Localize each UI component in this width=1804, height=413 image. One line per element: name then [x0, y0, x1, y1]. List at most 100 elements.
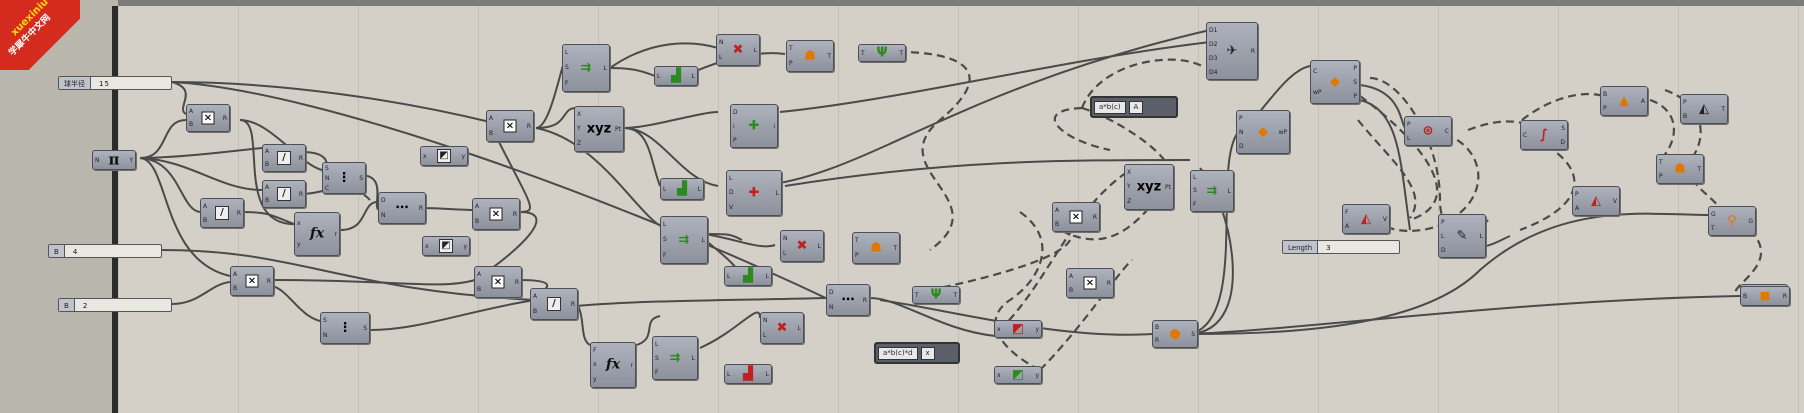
- output-port[interactable]: wP: [1278, 129, 1287, 136]
- output-ports[interactable]: S: [363, 313, 367, 343]
- input-port[interactable]: D: [829, 289, 834, 296]
- input-port[interactable]: F: [565, 80, 569, 87]
- input-ports[interactable]: TP: [1659, 155, 1663, 183]
- input-ports[interactable]: PA: [1575, 187, 1579, 215]
- input-port[interactable]: L: [1193, 174, 1197, 181]
- input-ports[interactable]: BP: [1603, 87, 1607, 115]
- input-port[interactable]: T: [1659, 159, 1663, 166]
- input-port[interactable]: A: [203, 203, 207, 210]
- input-port[interactable]: D: [729, 189, 734, 196]
- output-ports[interactable]: T: [1721, 95, 1725, 123]
- input-port[interactable]: N: [1239, 129, 1244, 136]
- component-pi[interactable]: Nπ Y: [92, 150, 136, 170]
- component-grad2[interactable]: x ◩ y: [422, 236, 470, 256]
- component-mul7[interactable]: A B × R: [1066, 268, 1114, 298]
- output-ports[interactable]: SD: [1560, 121, 1565, 149]
- output-ports[interactable]: R: [419, 193, 423, 223]
- input-port[interactable]: x: [593, 361, 597, 368]
- input-ports[interactable]: AB: [475, 199, 479, 229]
- input-port[interactable]: D3: [1209, 55, 1217, 62]
- output-port[interactable]: L: [766, 273, 769, 280]
- output-port[interactable]: S: [1560, 125, 1565, 132]
- output-port[interactable]: T: [899, 50, 903, 57]
- output-ports[interactable]: R: [237, 199, 241, 227]
- input-ports[interactable]: T: [915, 287, 919, 303]
- output-port[interactable]: R: [1107, 280, 1111, 287]
- input-port[interactable]: A: [233, 271, 237, 278]
- input-ports[interactable]: CwP: [1313, 61, 1322, 103]
- input-port[interactable]: X: [1127, 169, 1131, 176]
- output-port[interactable]: L: [692, 73, 695, 80]
- input-port[interactable]: x: [297, 220, 301, 227]
- component-list2[interactable]: L ▟ L: [660, 178, 704, 200]
- input-port[interactable]: P: [855, 252, 859, 259]
- output-port[interactable]: L: [766, 371, 769, 378]
- output-port[interactable]: r: [335, 231, 337, 238]
- input-port[interactable]: C: [325, 185, 330, 192]
- input-ports[interactable]: XY Z: [577, 107, 581, 151]
- number-slider-b1[interactable]: B 4: [48, 244, 162, 258]
- input-port[interactable]: N: [783, 235, 788, 242]
- output-ports[interactable]: S: [359, 163, 363, 193]
- component-graft2[interactable]: TΨT: [912, 286, 960, 304]
- output-port[interactable]: S: [359, 175, 363, 182]
- output-ports[interactable]: wP: [1278, 111, 1287, 153]
- component-range1[interactable]: D N ⋯ R: [378, 192, 426, 224]
- input-port[interactable]: A: [475, 203, 479, 210]
- input-port[interactable]: P: [789, 60, 793, 67]
- input-port[interactable]: A: [1575, 205, 1579, 212]
- input-port[interactable]: L: [1441, 233, 1446, 240]
- output-port[interactable]: T: [893, 245, 897, 252]
- input-port[interactable]: N: [829, 304, 834, 311]
- input-port[interactable]: N: [763, 317, 768, 324]
- input-port[interactable]: A: [489, 115, 493, 122]
- input-port[interactable]: B: [1743, 293, 1747, 300]
- component-list4[interactable]: L ▟ L: [724, 364, 772, 384]
- output-ports[interactable]: L: [766, 365, 769, 383]
- input-port[interactable]: D4: [1209, 69, 1217, 76]
- component-sphere[interactable]: B R ● S: [1152, 320, 1198, 348]
- input-port[interactable]: B: [1069, 287, 1073, 294]
- component-series1[interactable]: S N C ⋮ S: [322, 162, 366, 194]
- output-ports[interactable]: R: [223, 105, 227, 131]
- output-port[interactable]: Pt: [1165, 184, 1171, 191]
- input-ports[interactable]: x: [425, 237, 429, 255]
- input-port[interactable]: P: [1603, 105, 1607, 112]
- output-port[interactable]: R: [527, 123, 531, 130]
- input-port[interactable]: L: [655, 341, 659, 348]
- component-join1[interactable]: P B ◭ T: [1680, 94, 1728, 124]
- output-ports[interactable]: y: [1035, 367, 1039, 383]
- component-div5[interactable]: C ∫ S D: [1520, 120, 1568, 150]
- input-port[interactable]: A: [189, 108, 193, 115]
- component-line1[interactable]: L S F ⇉ L: [562, 44, 610, 92]
- input-port[interactable]: T: [861, 50, 865, 57]
- output-port[interactable]: L: [1228, 188, 1231, 195]
- input-ports[interactable]: PND: [1239, 111, 1244, 153]
- output-port[interactable]: V: [1383, 216, 1387, 223]
- output-ports[interactable]: R: [1251, 23, 1255, 79]
- output-ports[interactable]: r: [631, 343, 633, 387]
- input-port[interactable]: N: [381, 212, 386, 219]
- component-vec1[interactable]: F A ◭ V: [1342, 204, 1390, 234]
- component-move1[interactable]: P L D ✎ L: [1438, 214, 1486, 258]
- output-ports[interactable]: R: [571, 289, 575, 319]
- input-ports[interactable]: L: [663, 179, 666, 199]
- component-line2[interactable]: L S F ⇉ L: [660, 216, 708, 264]
- output-port[interactable]: P: [1353, 93, 1357, 100]
- input-port[interactable]: P: [1683, 99, 1687, 106]
- input-port[interactable]: A: [1345, 223, 1349, 230]
- output-ports[interactable]: R: [1093, 203, 1097, 231]
- input-port[interactable]: i: [733, 123, 738, 130]
- input-port[interactable]: P: [1575, 191, 1579, 198]
- input-port[interactable]: B: [475, 218, 479, 225]
- input-port[interactable]: V: [729, 204, 734, 211]
- input-ports[interactable]: PB: [1683, 95, 1687, 123]
- component-tree3[interactable]: T P ☗ T: [1656, 154, 1704, 184]
- output-ports[interactable]: R: [513, 199, 517, 229]
- output-ports[interactable]: V: [1383, 205, 1387, 233]
- input-ports[interactable]: FA: [1345, 205, 1349, 233]
- input-port[interactable]: L: [657, 73, 660, 80]
- output-port[interactable]: T: [1721, 106, 1725, 113]
- component-cull3[interactable]: N L ✖ L: [760, 312, 804, 344]
- output-ports[interactable]: L: [798, 313, 801, 343]
